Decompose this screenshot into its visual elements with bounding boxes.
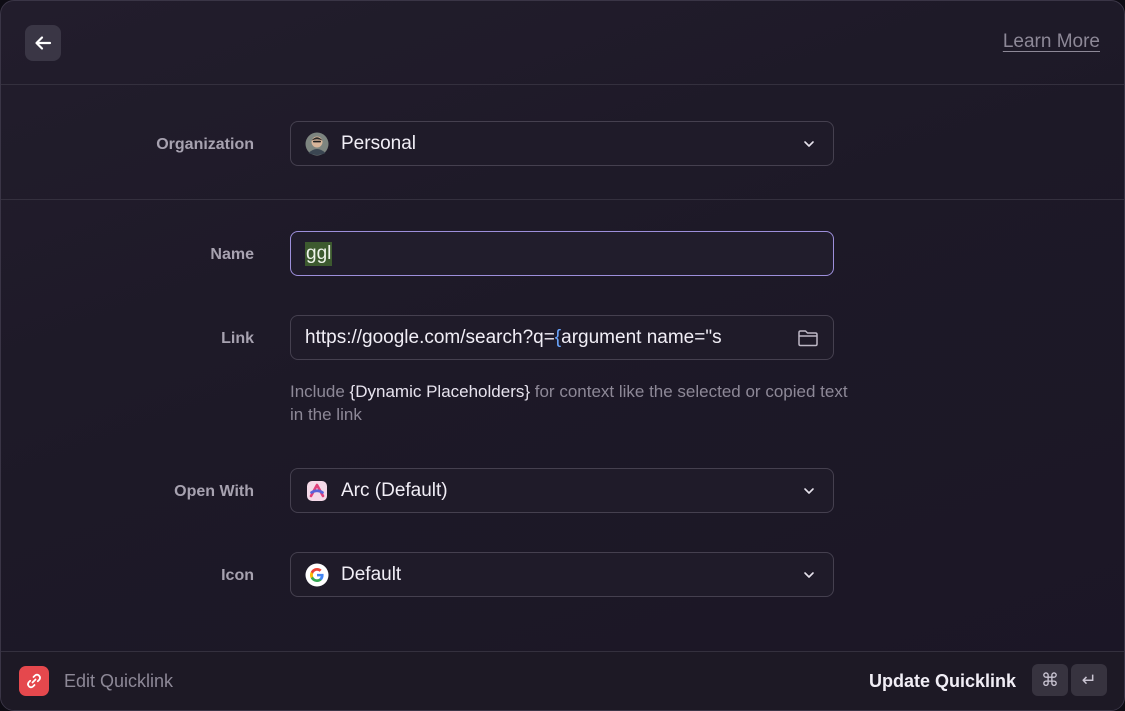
hint-placeholder: {Dynamic Placeholders} — [349, 382, 531, 401]
organization-label: Organization — [156, 136, 254, 153]
action-bar: Edit Quicklink Update Quicklink ⌘ ↵ — [1, 651, 1124, 710]
quicklink-window: Learn More Organization Personal Name gg… — [0, 0, 1125, 711]
name-label: Name — [210, 246, 254, 263]
organization-select[interactable]: Personal — [290, 121, 834, 166]
section-divider — [1, 199, 1124, 200]
open-with-value: Arc (Default) — [341, 479, 448, 501]
name-value: ggl — [305, 241, 333, 266]
chevron-down-icon — [799, 481, 819, 501]
open-with-label: Open With — [174, 483, 254, 500]
avatar — [305, 132, 329, 156]
arrow-left-icon — [35, 36, 52, 50]
footer-title: Edit Quicklink — [64, 671, 174, 691]
icon-label: Icon — [221, 567, 254, 584]
link-value-rest: argument name="s — [561, 326, 722, 348]
top-bar: Learn More — [1, 1, 1124, 85]
icon-select[interactable]: Default — [290, 552, 834, 597]
link-label: Link — [221, 330, 254, 347]
icon-value: Default — [341, 563, 402, 585]
link-value-prefix: https://google.com/search?q= — [305, 326, 555, 348]
google-icon — [305, 563, 329, 587]
link-hint: Include {Dynamic Placeholders} for conte… — [290, 380, 850, 426]
back-button[interactable] — [25, 25, 61, 61]
command-key-icon: ⌘ — [1032, 664, 1068, 696]
link-value: https://google.com/search?q={argument na… — [305, 327, 775, 349]
open-with-select[interactable]: Arc (Default) — [290, 468, 834, 513]
organization-value: Personal — [341, 132, 416, 154]
name-input[interactable]: ggl — [290, 231, 834, 276]
chevron-down-icon — [799, 565, 819, 585]
update-quicklink-button[interactable]: Update Quicklink — [869, 671, 1016, 692]
arc-browser-icon — [305, 479, 329, 503]
enter-key-icon: ↵ — [1071, 664, 1107, 696]
learn-more-link[interactable]: Learn More — [1003, 31, 1100, 53]
link-input[interactable]: https://google.com/search?q={argument na… — [290, 315, 834, 360]
folder-icon[interactable] — [797, 328, 819, 348]
link-icon — [19, 666, 49, 696]
chevron-down-icon — [799, 134, 819, 154]
hint-prefix: Include — [290, 382, 350, 401]
